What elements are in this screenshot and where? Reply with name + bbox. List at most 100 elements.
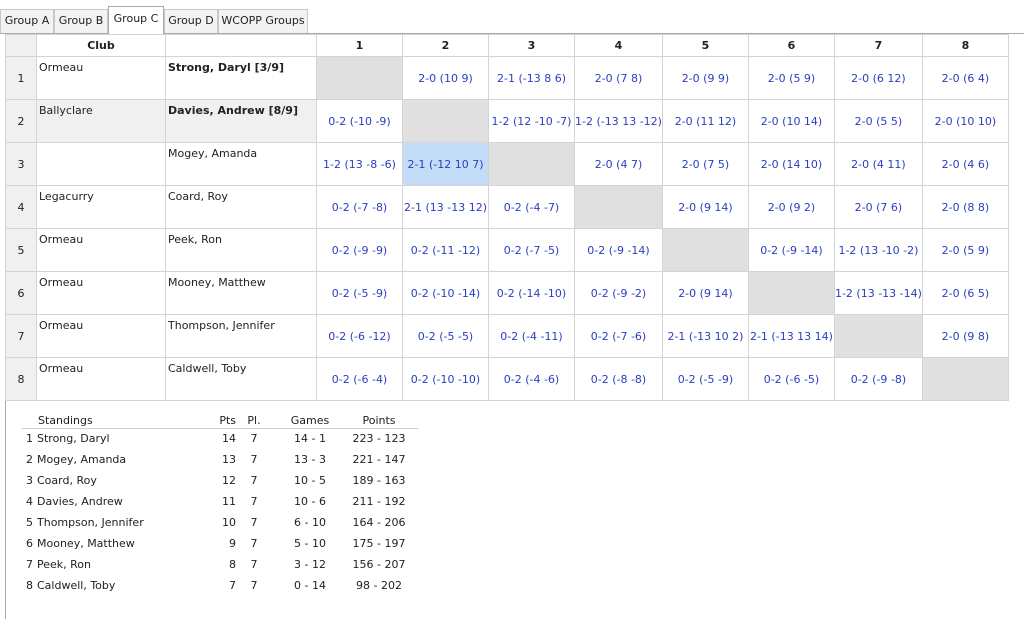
score-cell[interactable]: 2-1 (-13 8 6) bbox=[488, 56, 575, 100]
standings-games: 14 - 1 bbox=[294, 432, 326, 445]
score-cell[interactable]: 2-0 (6 5) bbox=[921, 271, 1009, 315]
table-row[interactable]: 1 Ormeau Strong, Daryl [3/9] 2-0 (10 9) 2-1 … bbox=[5, 56, 1009, 100]
score-cell[interactable]: 0-2 (-5 -9) bbox=[316, 271, 403, 315]
score-cell[interactable]: 2-0 (4 7) bbox=[574, 142, 663, 186]
score-cell[interactable]: 2-0 (10 9) bbox=[402, 56, 489, 100]
table-row[interactable]: 7 Ormeau Thompson, Jennifer 0-2 (-6 -12) 0-2… bbox=[5, 314, 1009, 358]
tab-group-b[interactable]: Group B bbox=[54, 9, 108, 33]
table-row[interactable]: 2 Ballyclare Davies, Andrew [8/9] 0-2 (-10 … bbox=[5, 99, 1009, 143]
score-cell[interactable]: 0-2 (-5 -5) bbox=[402, 314, 489, 358]
score-cell[interactable]: 2-0 (6 4) bbox=[921, 56, 1009, 100]
score-cell[interactable]: 2-0 (4 6) bbox=[921, 142, 1009, 186]
diagonal-cell[interactable] bbox=[747, 271, 835, 315]
score-cell[interactable]: 0-2 (-7 -5) bbox=[488, 228, 575, 272]
score-cell[interactable]: 2-0 (7 5) bbox=[661, 142, 749, 186]
standings-player-name: Peek, Ron bbox=[37, 558, 91, 571]
table-row[interactable]: 4 Legacurry Coard, Roy 0-2 (-7 -8) 2-1 (13 -… bbox=[5, 185, 1009, 229]
score-cell[interactable]: 0-2 (-8 -8) bbox=[574, 357, 663, 401]
tab-group-a[interactable]: Group A bbox=[0, 9, 54, 33]
diagonal-cell[interactable] bbox=[402, 99, 489, 143]
standings-name: 7 Peek, Ron bbox=[26, 558, 91, 571]
tab-wcopp-groups[interactable]: WCOPP Groups bbox=[218, 9, 308, 33]
table-row[interactable]: 3 Mogey, Amanda 1-2 (13 -8 -6) 2-1 (-12 10 … bbox=[5, 142, 1009, 186]
score-cell[interactable]: 0-2 (-6 -5) bbox=[747, 357, 835, 401]
score-cell[interactable]: 2-0 (9 2) bbox=[747, 185, 835, 229]
score-cell[interactable]: 0-2 (-6 -4) bbox=[316, 357, 403, 401]
score-cell[interactable]: 0-2 (-4 -11) bbox=[488, 314, 575, 358]
score-cell[interactable]: 0-2 (-9 -9) bbox=[316, 228, 403, 272]
score-cell[interactable]: 2-1 (-12 10 7) bbox=[402, 142, 489, 186]
standings-pl: 7 bbox=[250, 558, 258, 571]
column-header-3: 3 bbox=[488, 34, 575, 57]
score-cell[interactable]: 0-2 (-9 -14) bbox=[747, 228, 835, 272]
player-cell: Caldwell, Toby bbox=[165, 357, 317, 401]
score-cell[interactable]: 1-2 (13 -10 -2) bbox=[833, 228, 923, 272]
diagonal-cell[interactable] bbox=[574, 185, 663, 229]
score-cell[interactable]: 2-0 (7 6) bbox=[833, 185, 923, 229]
score-cell[interactable]: 2-0 (9 9) bbox=[661, 56, 749, 100]
diagonal-cell[interactable] bbox=[316, 56, 403, 100]
score-cell[interactable]: 0-2 (-9 -2) bbox=[574, 271, 663, 315]
diagonal-cell[interactable] bbox=[488, 142, 575, 186]
score-cell[interactable]: 0-2 (-9 -8) bbox=[833, 357, 923, 401]
score-cell[interactable]: 2-0 (4 11) bbox=[833, 142, 923, 186]
score-cell[interactable]: 1-2 (12 -10 -7) bbox=[488, 99, 575, 143]
score-cell[interactable]: 2-0 (8 8) bbox=[921, 185, 1009, 229]
player-cell: Mogey, Amanda bbox=[165, 142, 317, 186]
table-row[interactable]: 6 Ormeau Mooney, Matthew 0-2 (-5 -9) 0-2 (-1… bbox=[5, 271, 1009, 315]
score-cell[interactable]: 0-2 (-7 -6) bbox=[574, 314, 663, 358]
diagonal-cell[interactable] bbox=[921, 357, 1009, 401]
score-cell[interactable]: 0-2 (-14 -10) bbox=[488, 271, 575, 315]
club-cell: Ormeau bbox=[36, 314, 166, 358]
standings-points: 98 - 202 bbox=[356, 579, 402, 592]
score-cell[interactable]: 2-1 (13 -13 12) bbox=[402, 185, 489, 229]
score-cell[interactable]: 2-0 (10 10) bbox=[921, 99, 1009, 143]
score-cell[interactable]: 1-2 (-13 13 -12) bbox=[574, 99, 663, 143]
score-cell[interactable]: 2-0 (9 14) bbox=[661, 271, 749, 315]
standings-row: 8 Caldwell, Toby 7 7 0 - 14 98 - 202 bbox=[22, 576, 418, 597]
standings-pl: 7 bbox=[250, 474, 258, 487]
score-cell[interactable]: 0-2 (-11 -12) bbox=[402, 228, 489, 272]
score-cell[interactable]: 2-0 (10 14) bbox=[747, 99, 835, 143]
score-cell[interactable]: 2-0 (11 12) bbox=[661, 99, 749, 143]
score-cell[interactable]: 2-1 (-13 13 14) bbox=[747, 314, 835, 358]
standings-points: 221 - 147 bbox=[352, 453, 406, 466]
diagonal-cell[interactable] bbox=[661, 228, 749, 272]
score-cell[interactable]: 0-2 (-10 -10) bbox=[402, 357, 489, 401]
diagonal-cell[interactable] bbox=[833, 314, 923, 358]
tab-group-c[interactable]: Group C bbox=[108, 6, 164, 34]
club-column-header: Club bbox=[36, 34, 166, 57]
player-column-header bbox=[165, 34, 317, 57]
score-cell[interactable]: 0-2 (-4 -6) bbox=[488, 357, 575, 401]
score-cell[interactable]: 2-0 (5 5) bbox=[833, 99, 923, 143]
score-cell[interactable]: 1-2 (13 -13 -14) bbox=[833, 271, 923, 315]
score-cell[interactable]: 2-0 (9 8) bbox=[921, 314, 1009, 358]
score-cell[interactable]: 0-2 (-10 -9) bbox=[316, 99, 403, 143]
standings-player-name: Thompson, Jennifer bbox=[37, 516, 144, 529]
score-cell[interactable]: 0-2 (-4 -7) bbox=[488, 185, 575, 229]
standings-name: 1 Strong, Daryl bbox=[26, 432, 110, 445]
standings-pts: 12 bbox=[222, 474, 236, 487]
score-cell[interactable]: 0-2 (-9 -14) bbox=[574, 228, 663, 272]
score-cell[interactable]: 2-0 (5 9) bbox=[921, 228, 1009, 272]
standings-row: 4 Davies, Andrew 11 7 10 - 6 211 - 192 bbox=[22, 492, 418, 513]
score-cell[interactable]: 2-0 (14 10) bbox=[747, 142, 835, 186]
row-number: 3 bbox=[5, 142, 37, 186]
score-cell[interactable]: 2-0 (9 14) bbox=[661, 185, 749, 229]
score-cell[interactable]: 2-1 (-13 10 2) bbox=[661, 314, 749, 358]
score-cell[interactable]: 2-0 (7 8) bbox=[574, 56, 663, 100]
row-number: 8 bbox=[5, 357, 37, 401]
standings-points: 164 - 206 bbox=[352, 516, 406, 529]
score-cell[interactable]: 0-2 (-7 -8) bbox=[316, 185, 403, 229]
table-row[interactable]: 8 Ormeau Caldwell, Toby 0-2 (-6 -4) 0-2 (-10… bbox=[5, 357, 1009, 401]
score-cell[interactable]: 2-0 (6 12) bbox=[833, 56, 923, 100]
tab-group-d[interactable]: Group D bbox=[164, 9, 218, 33]
score-cell[interactable]: 1-2 (13 -8 -6) bbox=[316, 142, 403, 186]
score-cell[interactable]: 0-2 (-5 -9) bbox=[661, 357, 749, 401]
table-row[interactable]: 5 Ormeau Peek, Ron 0-2 (-9 -9) 0-2 (-11 -12)… bbox=[5, 228, 1009, 272]
score-cell[interactable]: 2-0 (5 9) bbox=[747, 56, 835, 100]
standings-rank: 4 bbox=[26, 495, 33, 508]
score-cell[interactable]: 0-2 (-10 -14) bbox=[402, 271, 489, 315]
score-cell[interactable]: 0-2 (-6 -12) bbox=[316, 314, 403, 358]
standings-pts: 7 bbox=[229, 579, 236, 592]
